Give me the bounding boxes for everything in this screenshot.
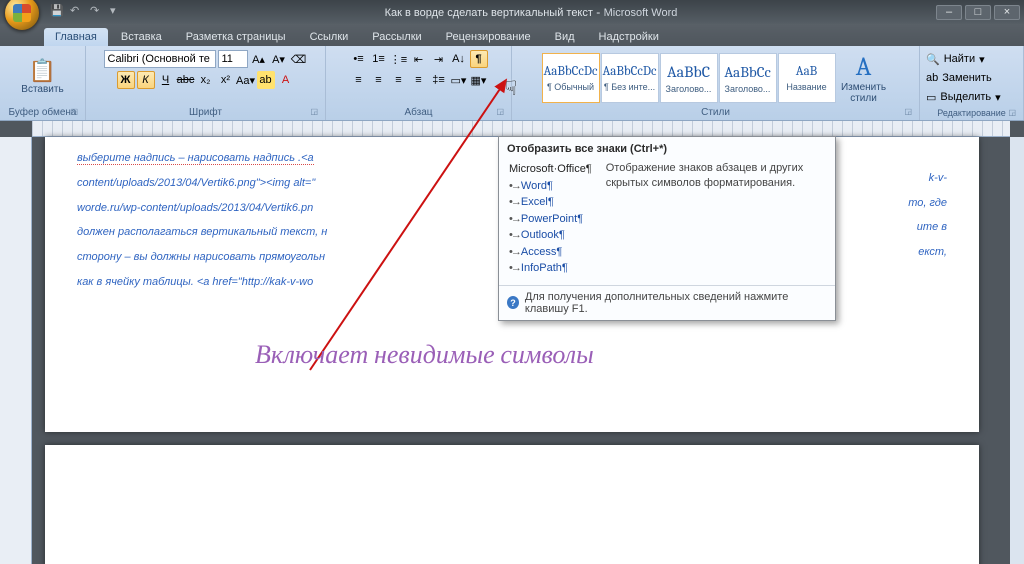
document-page-2[interactable]: | xyxy=(45,445,979,564)
group-label: Редактирование xyxy=(925,107,1018,120)
shrink-font-icon[interactable]: A▾ xyxy=(270,50,288,68)
quick-access-toolbar[interactable]: 💾 ↶ ↷ ▾ xyxy=(50,4,126,20)
tab-mailings[interactable]: Рассылки xyxy=(361,28,432,46)
line-spacing-icon[interactable]: ‡≡ xyxy=(430,71,448,89)
redo-icon[interactable]: ↷ xyxy=(90,4,106,20)
minimize-button[interactable]: – xyxy=(936,5,962,20)
tab-home[interactable]: Главная xyxy=(44,28,108,46)
numbering-icon[interactable]: 1≡ xyxy=(370,50,388,68)
save-icon[interactable]: 💾 xyxy=(50,4,66,20)
qat-more-icon[interactable]: ▾ xyxy=(110,4,126,20)
borders-icon[interactable]: ▦▾ xyxy=(470,71,488,89)
window-title: Как в ворде сделать вертикальный текст -… xyxy=(126,5,936,19)
change-styles-button[interactable]: A Изменить стили xyxy=(838,50,890,106)
close-button[interactable]: × xyxy=(994,5,1020,20)
find-icon: 🔍 xyxy=(926,53,940,66)
shading-icon[interactable]: ▭▾ xyxy=(450,71,468,89)
find-button[interactable]: 🔍Найти▾ xyxy=(925,50,1018,68)
tooltip-footer: Для получения дополнительных сведений на… xyxy=(499,285,835,320)
change-styles-label: Изменить стили xyxy=(839,82,889,104)
horizontal-ruler[interactable] xyxy=(32,121,1010,137)
justify-icon[interactable]: ≡ xyxy=(410,71,428,89)
group-label: Буфер обмена xyxy=(5,106,80,120)
tooltip-list: Microsoft·Office¶ Word Excel PowerPoint … xyxy=(509,161,592,277)
annotation-text: Включает невидимые символы xyxy=(255,340,594,370)
replace-button[interactable]: abЗаменить xyxy=(925,69,1018,87)
show-marks-icon[interactable]: ¶ xyxy=(470,50,488,68)
tab-review[interactable]: Рецензирование xyxy=(435,28,542,46)
outdent-icon[interactable]: ⇤ xyxy=(410,50,428,68)
font-color-icon[interactable]: A xyxy=(277,71,295,89)
align-left-icon[interactable]: ≡ xyxy=(350,71,368,89)
style-title[interactable]: AaBНазвание xyxy=(778,53,836,103)
style-heading2[interactable]: AaBbCcЗаголово... xyxy=(719,53,777,103)
bullets-icon[interactable]: •≡ xyxy=(350,50,368,68)
style-normal[interactable]: AaBbCcDc¶ Обычный xyxy=(542,53,600,103)
vertical-scrollbar[interactable] xyxy=(1010,137,1024,564)
underline-icon[interactable]: Ч xyxy=(157,71,175,89)
group-label: Стили xyxy=(517,106,914,120)
tab-references[interactable]: Ссылки xyxy=(299,28,360,46)
multilevel-icon[interactable]: ⋮≡ xyxy=(390,50,408,68)
undo-icon[interactable]: ↶ xyxy=(70,4,86,20)
group-paragraph: •≡ 1≡ ⋮≡ ⇤ ⇥ A↓ ¶ ≡ ≡ ≡ ≡ ‡≡ ▭▾ ▦▾ Абзац xyxy=(326,46,512,120)
group-font: A▴ A▾ ⌫ Ж К Ч abc x₂ x² Aa▾ ab A Шрифт xyxy=(86,46,326,120)
sort-icon[interactable]: A↓ xyxy=(450,50,468,68)
paste-icon: 📋 xyxy=(29,58,56,84)
tab-view[interactable]: Вид xyxy=(544,28,586,46)
ribbon: 📋 Вставить Буфер обмена A▴ A▾ ⌫ Ж К Ч ab… xyxy=(0,46,1024,121)
select-button[interactable]: ▭Выделить▾ xyxy=(925,88,1018,106)
tooltip-title: Отобразить все знаки (Ctrl+*) xyxy=(499,137,835,159)
style-heading1[interactable]: AaBbCЗаголово... xyxy=(660,53,718,103)
style-no-spacing[interactable]: AaBbCcDc¶ Без инте... xyxy=(601,53,659,103)
grow-font-icon[interactable]: A▴ xyxy=(250,50,268,68)
group-clipboard: 📋 Вставить Буфер обмена xyxy=(0,46,86,120)
font-name-select[interactable] xyxy=(104,50,216,68)
highlight-icon[interactable]: ab xyxy=(257,71,275,89)
align-right-icon[interactable]: ≡ xyxy=(390,71,408,89)
group-editing: 🔍Найти▾ abЗаменить ▭Выделить▾ Редактиров… xyxy=(920,46,1024,120)
tab-addins[interactable]: Надстройки xyxy=(588,28,670,46)
paste-button[interactable]: 📋 Вставить xyxy=(20,48,66,104)
change-styles-icon: A xyxy=(856,52,872,82)
bold-icon[interactable]: Ж xyxy=(117,71,135,89)
select-icon: ▭ xyxy=(926,91,936,104)
superscript-icon[interactable]: x² xyxy=(217,71,235,89)
style-gallery[interactable]: AaBbCcDc¶ Обычный AaBbCcDc¶ Без инте... … xyxy=(542,53,836,103)
tab-insert[interactable]: Вставка xyxy=(110,28,173,46)
group-styles: AaBbCcDc¶ Обычный AaBbCcDc¶ Без инте... … xyxy=(512,46,920,120)
group-label: Абзац xyxy=(331,106,506,120)
group-label: Шрифт xyxy=(91,106,320,120)
maximize-button[interactable]: □ xyxy=(965,5,991,20)
paste-label: Вставить xyxy=(21,84,63,95)
vertical-ruler[interactable] xyxy=(0,137,32,564)
indent-icon[interactable]: ⇥ xyxy=(430,50,448,68)
tab-page-layout[interactable]: Разметка страницы xyxy=(175,28,297,46)
subscript-icon[interactable]: x₂ xyxy=(197,71,215,89)
align-center-icon[interactable]: ≡ xyxy=(370,71,388,89)
change-case-icon[interactable]: Aa▾ xyxy=(237,71,255,89)
strike-icon[interactable]: abc xyxy=(177,71,195,89)
tooltip-show-marks: Отобразить все знаки (Ctrl+*) Microsoft·… xyxy=(498,136,836,321)
italic-icon[interactable]: К xyxy=(137,71,155,89)
font-size-select[interactable] xyxy=(218,50,248,68)
replace-icon: ab xyxy=(926,72,938,84)
tooltip-desc: Отображение знаков абзацев и других скры… xyxy=(606,161,827,277)
ribbon-tabs: Главная Вставка Разметка страницы Ссылки… xyxy=(0,24,1024,46)
clear-format-icon[interactable]: ⌫ xyxy=(290,50,308,68)
title-bar: 💾 ↶ ↷ ▾ Как в ворде сделать вертикальный… xyxy=(0,0,1024,24)
